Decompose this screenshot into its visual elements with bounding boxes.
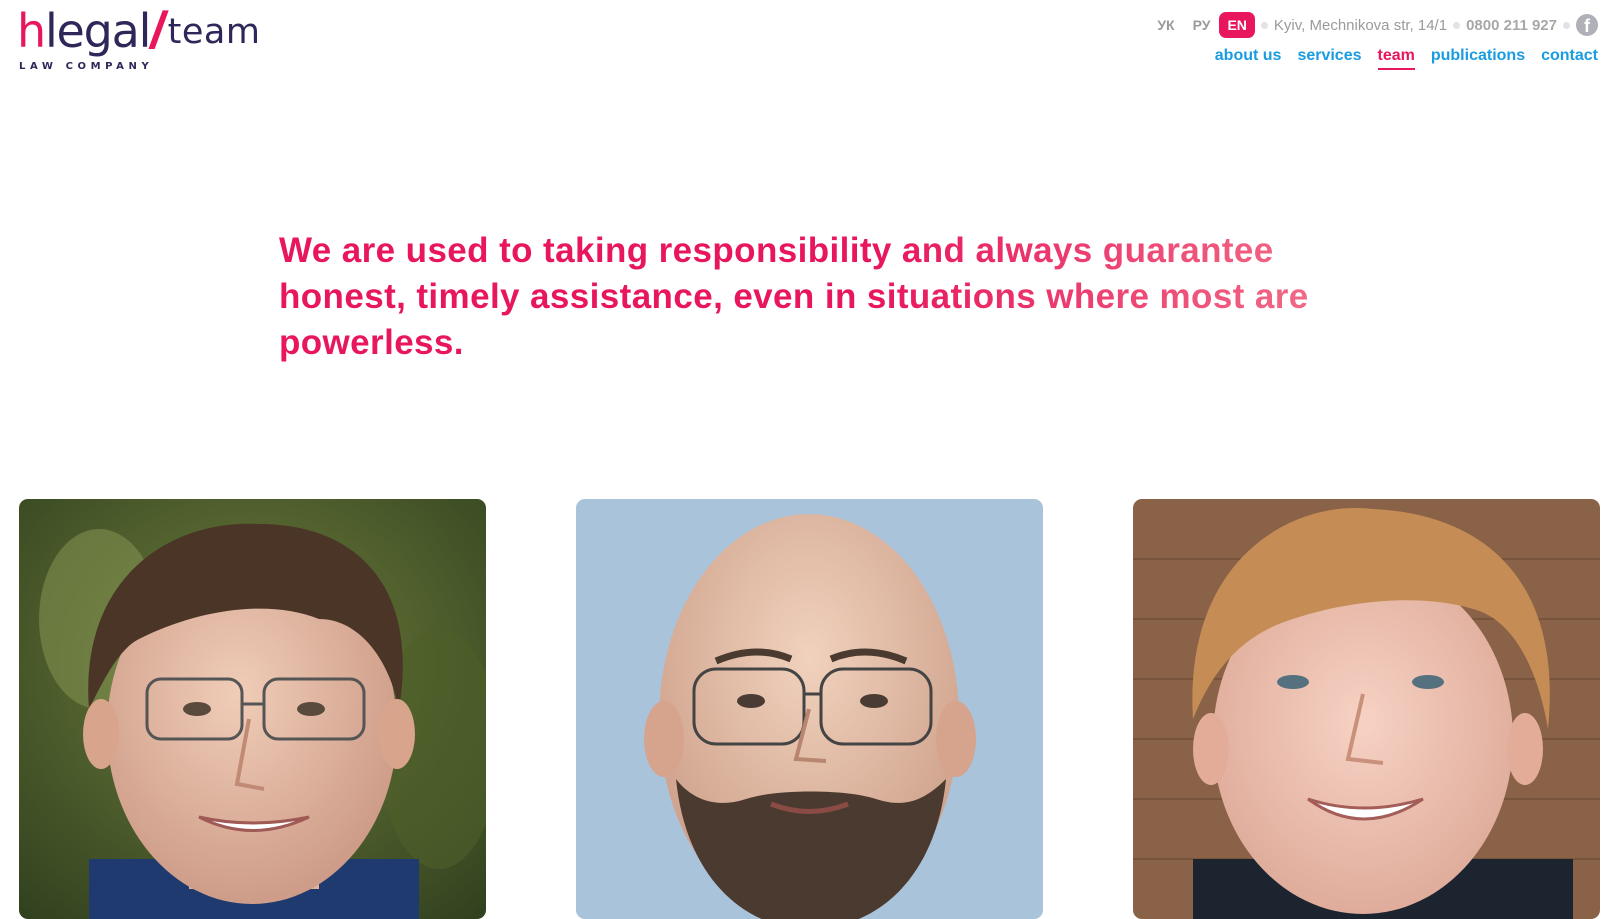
main-nav: about us services team publications cont… [1199, 47, 1598, 70]
team-member-photo[interactable] [19, 499, 486, 919]
team-member-photo[interactable] [1133, 499, 1600, 919]
top-bar: УК РУ EN Kyiv, Mechnikova str, 14/1 0800… [1148, 12, 1598, 38]
team-member-portrait-3 [1133, 499, 1600, 919]
logo-team: team [167, 12, 261, 52]
phone-link[interactable]: 0800 211 927 [1466, 17, 1557, 34]
nav-team[interactable]: team [1377, 47, 1415, 70]
address-text: Kyiv, Mechnikova str, 14/1 [1273, 16, 1448, 34]
team-member-portrait-2 [576, 499, 1043, 919]
nav-services[interactable]: services [1297, 47, 1361, 70]
team-member-portrait-1 [19, 499, 486, 919]
logo-brand: hlegal [17, 4, 151, 58]
team-member-photo[interactable] [576, 499, 1043, 919]
company-logo[interactable]: hlegal/team LAW COMPANY [17, 2, 277, 74]
separator-dot [1563, 21, 1570, 29]
facebook-icon[interactable]: f [1576, 14, 1598, 36]
lang-uk-button[interactable]: УК [1148, 13, 1183, 37]
nav-contact[interactable]: contact [1541, 47, 1598, 70]
logo-slash: / [146, 2, 171, 60]
nav-about-us[interactable]: about us [1215, 47, 1282, 70]
separator-dot [1260, 21, 1268, 29]
hero-headline: We are used to taking responsibility and… [279, 228, 1369, 366]
lang-en-button[interactable]: EN [1219, 12, 1255, 38]
nav-publications[interactable]: publications [1431, 47, 1525, 70]
separator-dot [1453, 21, 1461, 29]
logo-subtitle: LAW COMPANY [19, 61, 154, 72]
lang-ru-button[interactable]: РУ [1184, 13, 1220, 37]
